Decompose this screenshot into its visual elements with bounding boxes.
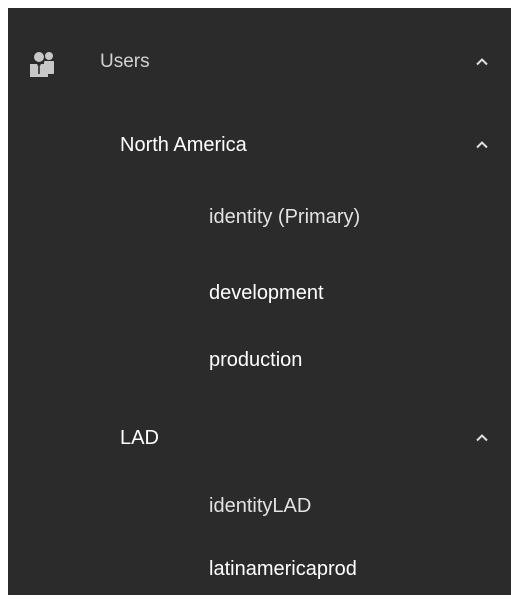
tree-leaf-label: development [209,281,324,304]
tree-leaf-label: identityLAD [209,494,312,517]
users-icon [28,50,60,78]
tree-node-lad[interactable]: LAD [8,412,511,464]
chevron-up-icon[interactable] [474,430,490,446]
tree-node-label: Users [100,51,150,72]
tree-leaf-label: production [209,348,303,371]
tree-leaf-label: identity (Primary) [209,205,361,228]
chevron-up-icon[interactable] [474,54,490,70]
tree-leaf-label: latinamericaprod [209,557,357,580]
tree-leaf-identity-primary[interactable]: identity (Primary) [8,191,511,243]
tree-node-label: North America [120,133,247,156]
tree-node-label: LAD [120,426,159,449]
tree-leaf-identitylad[interactable]: identityLAD [8,480,511,532]
tree-leaf-production[interactable]: production [8,334,511,386]
tree-node-users[interactable]: Users [8,36,511,88]
tree-leaf-latinamericaprod[interactable]: latinamericaprod [8,543,511,595]
navigation-tree-panel: Users North America identity (Primary) d… [8,8,511,595]
chevron-up-icon[interactable] [474,137,490,153]
tree-node-north-america[interactable]: North America [8,119,511,171]
tree-leaf-development[interactable]: development [8,267,511,319]
